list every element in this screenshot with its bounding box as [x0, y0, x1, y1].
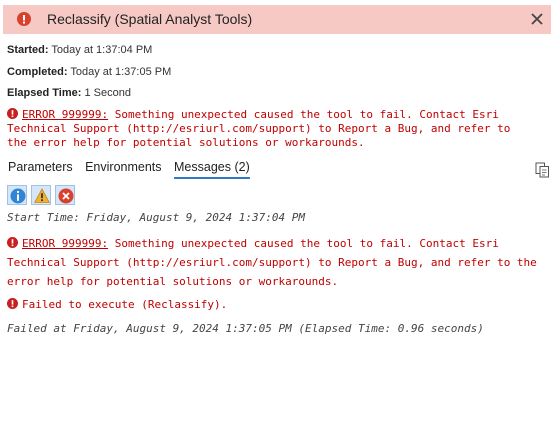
summary-error: ERROR 999999: Something unexpected cause… [7, 108, 510, 150]
tab-environments[interactable]: Environments [85, 160, 161, 177]
message-failed-execute: Failed to execute (Reclassify). [7, 298, 227, 312]
elapsed-value: 1 Second [84, 87, 131, 99]
tool-title: Reclassify (Spatial Analyst Tools) [47, 11, 253, 27]
started-row: Started: Today at 1:37:04 PM [7, 44, 152, 56]
elapsed-row: Elapsed Time: 1 Second [7, 87, 131, 99]
error-filter-icon [58, 188, 74, 204]
message-start-time: Start Time: Friday, August 9, 2024 1:37:… [7, 211, 306, 224]
tab-bar: Parameters Environments Messages (2) [8, 160, 259, 179]
started-value: Today at 1:37:04 PM [51, 44, 153, 56]
error-filter-button[interactable] [55, 185, 75, 205]
elapsed-label: Elapsed Time: [7, 87, 82, 99]
message-error-text-1: Something unexpected caused the tool to … [108, 237, 499, 250]
error-circle-icon [7, 108, 18, 119]
summary-error-line-1: ERROR 999999: Something unexpected cause… [7, 108, 510, 122]
message-error-code-link[interactable]: ERROR 999999: [22, 237, 108, 250]
error-circle-icon [7, 298, 18, 309]
warning-filter-icon [34, 188, 50, 203]
message-error-line-2: Technical Support (http://esriurl.com/su… [7, 256, 537, 269]
tool-header: Reclassify (Spatial Analyst Tools) [3, 5, 551, 34]
message-failed-at: Failed at Friday, August 9, 2024 1:37:05… [7, 322, 484, 335]
message-error: ERROR 999999: Something unexpected cause… [7, 234, 537, 291]
completed-value: Today at 1:37:05 PM [70, 66, 172, 78]
message-error-line-3: error help for potential solutions or wo… [7, 275, 339, 288]
message-error-line-1: ERROR 999999: Something unexpected cause… [7, 234, 537, 253]
tab-parameters[interactable]: Parameters [8, 160, 73, 177]
close-icon[interactable] [528, 10, 546, 28]
warning-filter-button[interactable] [31, 185, 51, 205]
info-filter-icon [10, 188, 26, 204]
completed-row: Completed: Today at 1:37:05 PM [7, 66, 171, 78]
error-circle-icon [7, 237, 18, 248]
completed-label: Completed: [7, 66, 68, 78]
started-label: Started: [7, 44, 49, 56]
message-failed-execute-text: Failed to execute (Reclassify). [22, 298, 228, 311]
tab-messages[interactable]: Messages (2) [174, 160, 250, 179]
info-filter-button[interactable] [7, 185, 27, 205]
copy-icon[interactable] [535, 162, 550, 178]
summary-error-text-1: Something unexpected caused the tool to … [108, 108, 499, 121]
summary-error-line-2: Technical Support (http://esriurl.com/su… [7, 122, 511, 135]
error-circle-icon [17, 12, 31, 26]
summary-error-code-link[interactable]: ERROR 999999: [22, 108, 108, 121]
summary-error-line-3: the error help for potential solutions o… [7, 136, 365, 149]
